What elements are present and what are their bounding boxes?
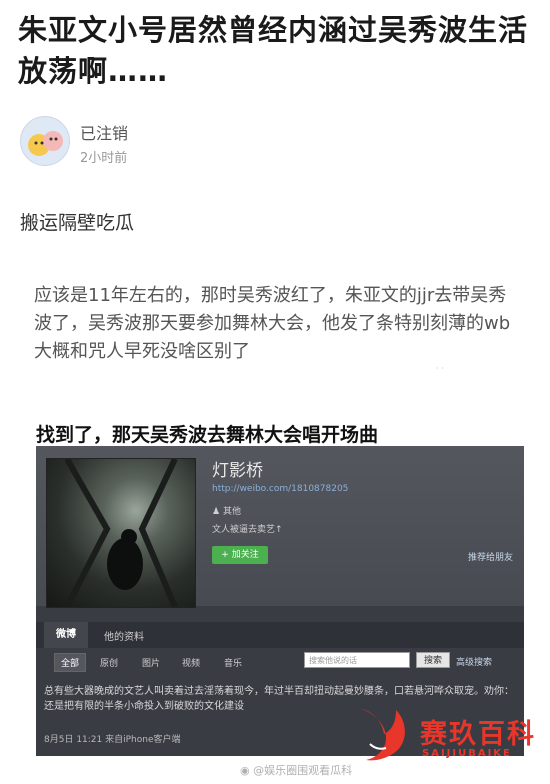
search-button[interactable]: 搜索: [416, 652, 450, 668]
advanced-search-link[interactable]: 高级搜索: [456, 655, 492, 668]
quoted-text: 应该是11年左右的，那时吴秀波红了，朱亚文的jjr去带吴秀波了，吴秀波那天要参加…: [34, 285, 511, 362]
weibo-watermark-text: @娱乐圈围观看瓜科: [253, 764, 353, 777]
search-input[interactable]: 搜索他说的话: [304, 652, 410, 668]
weibo-watermark: ◉ @娱乐圈围观看瓜科: [240, 762, 352, 778]
brand-watermark: 赛玖百科 SAIJIUBAIKE: [356, 704, 542, 768]
post-time: 2小时前: [80, 151, 128, 166]
post-title: 朱亚文小号居然曾经内涵过吴秀波生活放荡啊……: [18, 13, 529, 88]
filter-original[interactable]: 原创: [100, 656, 118, 669]
crouching-figure-image: [64, 457, 178, 609]
author-name[interactable]: 已注销: [80, 120, 128, 144]
weibo-logo-icon: ◉: [240, 764, 250, 777]
filter-bar: 全部 原创 图片 视频 音乐: [36, 650, 524, 674]
filter-music[interactable]: 音乐: [224, 656, 242, 669]
decorative-dots: · ·: [436, 364, 444, 373]
found-caption: 找到了，那天吴秀波去舞林大会唱开场曲: [36, 424, 379, 446]
tab-weibo[interactable]: 微博: [44, 622, 88, 648]
avatar-image: [28, 131, 63, 156]
tab-profile-info[interactable]: 他的资料: [104, 628, 144, 643]
avatar[interactable]: [20, 116, 70, 166]
profile-name: 灯影桥: [212, 461, 263, 481]
profile-tabs: 微博 他的资料: [36, 622, 524, 648]
user-icon: ♟: [212, 507, 221, 517]
brand-name-en: SAIJIUBAIKE: [422, 748, 512, 759]
profile-photo: [46, 457, 196, 609]
brand-name: 赛玖百科: [420, 719, 536, 750]
post-lead-text: 搬运隔壁吃瓜: [20, 212, 135, 234]
brand-logo-icon: [360, 708, 405, 761]
filter-images[interactable]: 图片: [142, 656, 160, 669]
filter-all[interactable]: 全部: [54, 653, 87, 672]
follow-button[interactable]: + 加关注: [212, 546, 268, 564]
profile-meta: ♟ 其他: [212, 504, 241, 517]
profile-meta-text: 其他: [222, 507, 241, 517]
profile-url[interactable]: http://weibo.com/1810878205: [212, 484, 348, 494]
recommend-link[interactable]: 推荐给朋友: [468, 550, 513, 563]
filter-videos[interactable]: 视频: [182, 656, 200, 669]
weibo-post-meta: 8月5日 11:21 来自iPhone客户端: [44, 735, 181, 745]
profile-bio: 文人被逼去卖艺↑: [212, 525, 283, 535]
